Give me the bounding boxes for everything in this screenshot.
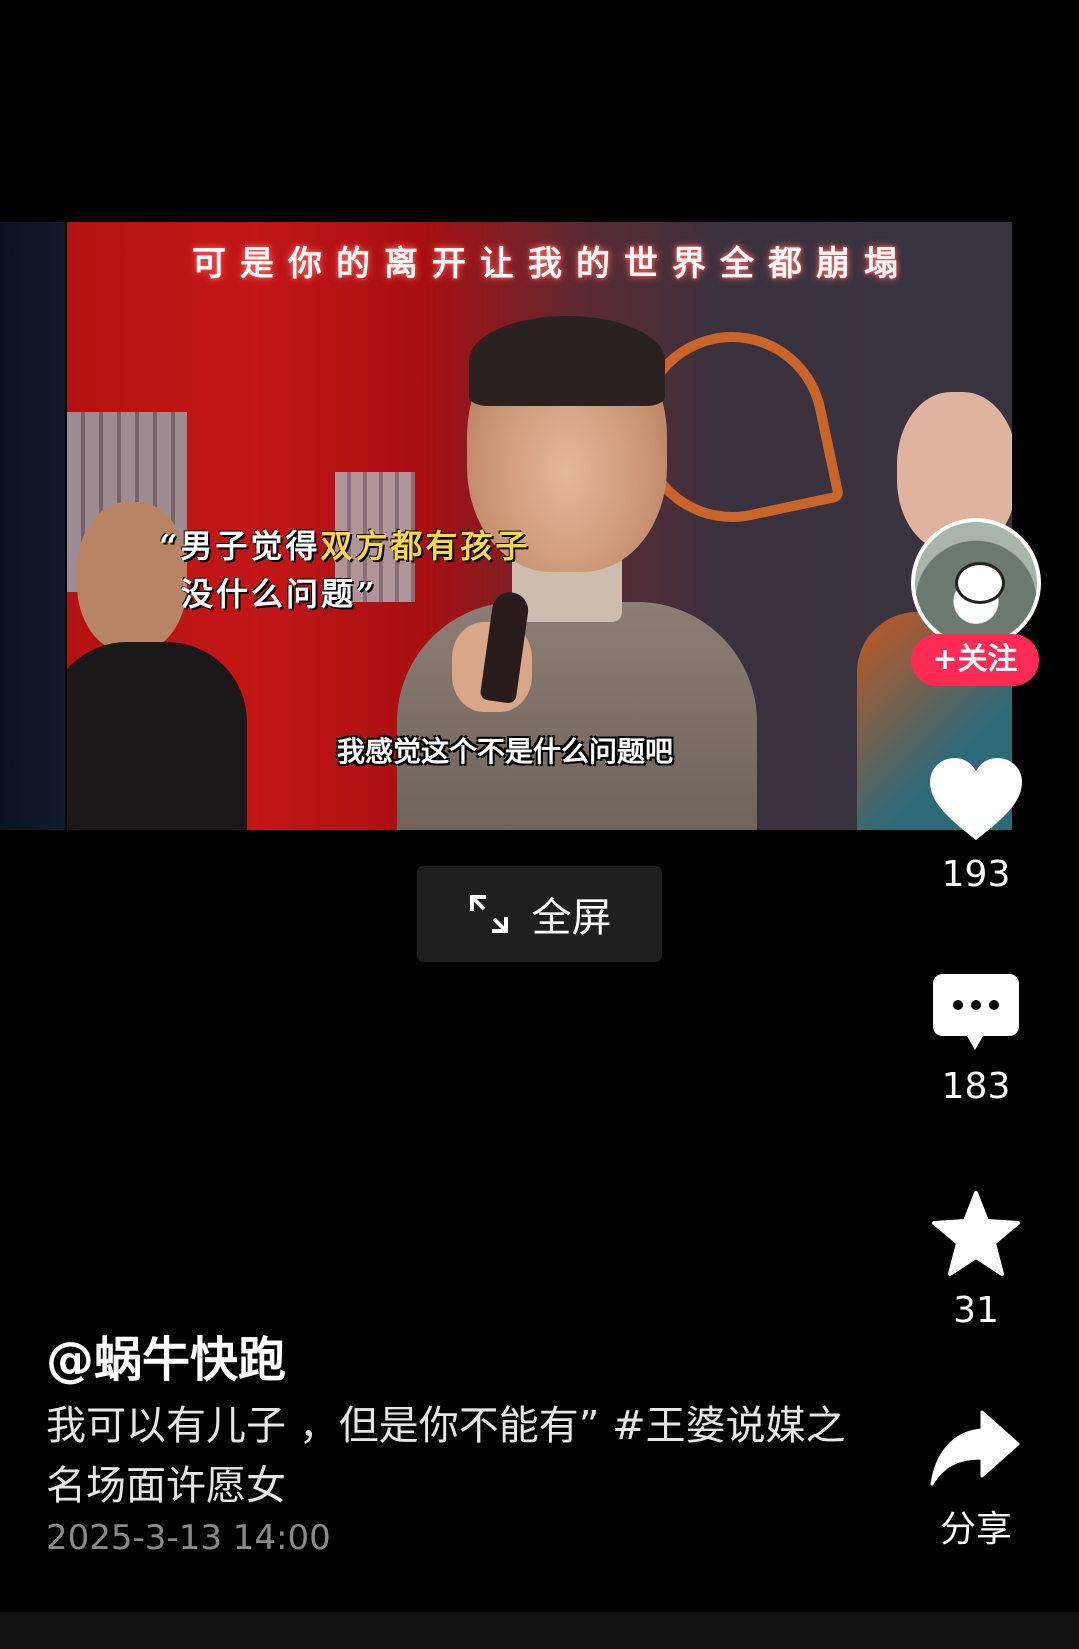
like-button[interactable]: 193	[921, 756, 1031, 895]
comment-count: 183	[941, 1066, 1011, 1107]
avatar[interactable]	[911, 518, 1041, 648]
favorite-count: 31	[953, 1290, 999, 1331]
comment-icon	[933, 974, 1019, 1050]
author-avatar-group: +关注	[911, 518, 1041, 688]
expand-icon	[469, 895, 508, 933]
share-button[interactable]: 分享	[921, 1408, 1031, 1552]
like-count: 193	[941, 854, 1011, 895]
panda-image	[955, 562, 1005, 604]
favorite-button[interactable]: 31	[921, 1190, 1031, 1331]
post-date: 2025-3-13 14:00	[46, 1518, 331, 1558]
heart-icon	[930, 758, 1022, 840]
comment-button[interactable]: 183	[921, 972, 1031, 1107]
video-player[interactable]: 可是你的离开让我的世界全都崩塌 “男子觉得双方都有孩子 没什么问题” 我感觉这个…	[67, 222, 1012, 830]
author-name[interactable]: @蜗牛快跑	[46, 1320, 286, 1390]
share-label: 分享	[939, 1509, 1012, 1550]
video-subtitle: 我感觉这个不是什么问题吧	[337, 735, 674, 768]
bottom-bar	[0, 1612, 1079, 1649]
video-caption-quote: “男子觉得双方都有孩子 没什么问题”	[159, 522, 530, 618]
video-caption-top: 可是你的离开让我的世界全都崩塌	[192, 244, 912, 284]
video-caption-quote-pre: “男子觉得	[159, 527, 321, 565]
fullscreen-button[interactable]: 全屏	[417, 866, 662, 962]
video-caption-quote-highlight: 双方都有孩子	[320, 527, 531, 565]
fullscreen-label: 全屏	[531, 895, 612, 941]
post-description: 我可以有儿子 ，但是你不能有” #王婆说媒之名场面许愿女	[46, 1403, 846, 1509]
follow-button[interactable]: +关注	[911, 634, 1039, 686]
share-arrow-icon	[930, 1410, 1020, 1486]
star-icon	[932, 1191, 1020, 1276]
video-caption-quote-line2: 没什么问题”	[181, 575, 378, 613]
